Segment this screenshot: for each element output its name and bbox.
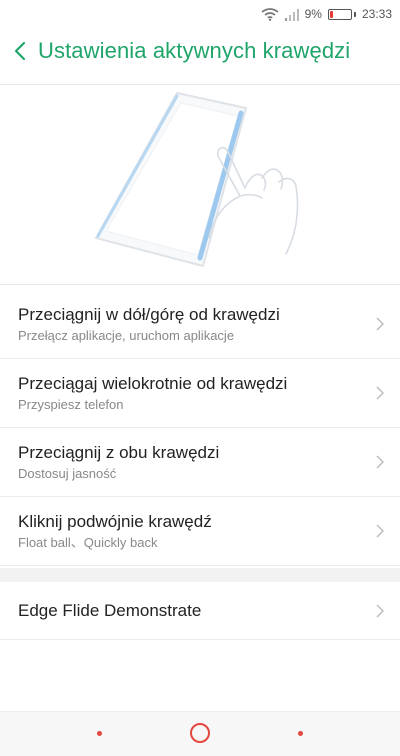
chevron-right-icon <box>376 386 384 400</box>
phone-illustration <box>94 91 248 268</box>
back-icon[interactable] <box>298 731 303 736</box>
wifi-icon <box>261 7 279 21</box>
setting-title: Przeciągnij w dół/górę od krawędzi <box>18 304 280 324</box>
chevron-right-icon <box>376 455 384 469</box>
divider <box>0 84 400 85</box>
navigation-bar <box>0 711 400 756</box>
clock: 23:33 <box>361 7 392 21</box>
signal-icon <box>284 8 299 21</box>
setting-title: Edge Flide Demonstrate <box>18 600 202 620</box>
setting-double-tap-edge[interactable]: Kliknij podwójnie krawędź Float ball、Qui… <box>0 497 400 566</box>
status-bar: 9% 23:33 <box>0 0 400 28</box>
chevron-right-icon <box>376 524 384 538</box>
hand-illustration <box>208 146 299 255</box>
chevron-right-icon <box>376 603 384 618</box>
setting-subtitle: Float ball、Quickly back <box>18 534 158 550</box>
setting-swipe-up-down[interactable]: Przeciągnij w dół/górę od krawędzi Przeł… <box>0 290 400 359</box>
page-title: Ustawienia aktywnych krawędzi <box>38 38 351 63</box>
section-gap <box>0 568 400 582</box>
setting-title: Kliknij podwójnie krawędź <box>18 511 212 531</box>
setting-subtitle: Przyspiesz telefon <box>18 396 124 412</box>
setting-both-edges[interactable]: Przeciągnij z obu krawędzi Dostosuj jasn… <box>0 428 400 497</box>
battery-percent: 9% <box>304 7 322 21</box>
setting-multi-swipe[interactable]: Przeciągaj wielokrotnie od krawędzi Przy… <box>0 359 400 428</box>
recent-apps-icon[interactable] <box>97 731 102 736</box>
battery-icon <box>327 8 356 20</box>
divider <box>0 284 400 285</box>
title-bar: Ustawienia aktywnych krawędzi <box>0 28 400 74</box>
setting-subtitle: Przełącz aplikacje, uruchom aplikacje <box>18 327 235 343</box>
edge-gesture-illustration <box>0 86 400 284</box>
settings-list: Przeciągnij w dół/górę od krawędzi Przeł… <box>0 290 400 566</box>
chevron-right-icon <box>376 317 384 331</box>
setting-edge-demo[interactable]: Edge Flide Demonstrate <box>0 582 400 640</box>
home-icon[interactable] <box>190 723 210 743</box>
chevron-left-icon[interactable] <box>14 39 32 63</box>
setting-title: Przeciągaj wielokrotnie od krawędzi <box>18 373 288 393</box>
setting-title: Przeciągnij z obu krawędzi <box>18 442 220 462</box>
setting-subtitle: Dostosuj jasność <box>18 465 117 481</box>
